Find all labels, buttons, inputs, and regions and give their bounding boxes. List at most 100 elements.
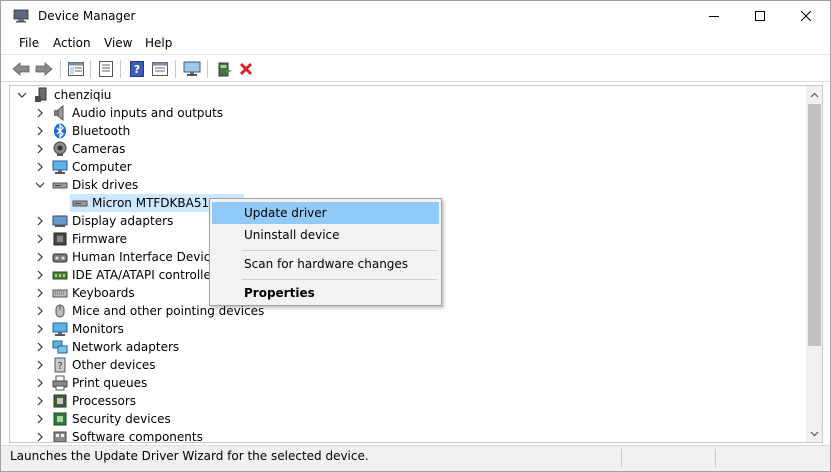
tree-item-label: Monitors xyxy=(72,322,124,336)
tree-item-cameras[interactable]: Cameras xyxy=(34,140,125,158)
disk-drive-icon xyxy=(52,177,68,193)
chevron-right-icon[interactable] xyxy=(34,143,46,155)
status-divider xyxy=(621,449,622,467)
chevron-right-icon[interactable] xyxy=(34,161,46,173)
computer-root-icon xyxy=(34,87,50,103)
menu-update-driver[interactable]: Update driver xyxy=(212,202,439,224)
device-manager-window: Device Manager File Action View Help ? c… xyxy=(0,0,831,472)
tree-item-label: Human Interface Devices xyxy=(72,250,224,264)
monitor-icon[interactable] xyxy=(182,59,202,79)
title-bar: Device Manager xyxy=(1,1,830,31)
tree-item-other-devices[interactable]: ? Other devices xyxy=(34,356,156,374)
network-adapter-icon xyxy=(52,339,68,355)
uninstall-icon[interactable] xyxy=(236,59,256,79)
tree-item-label: Disk drives xyxy=(72,178,139,192)
tree-item-label: Security devices xyxy=(72,412,171,426)
keyboard-icon xyxy=(52,285,68,301)
toolbar: ? xyxy=(1,54,830,82)
tree-item-audio[interactable]: Audio inputs and outputs xyxy=(34,104,223,122)
view-pane-icon[interactable] xyxy=(150,59,170,79)
tree-item-label: Print queues xyxy=(72,376,148,390)
scroll-down-arrow-icon[interactable] xyxy=(806,425,822,442)
tree-item-disk-drives[interactable]: Disk drives xyxy=(34,176,138,194)
tree-item-display-adapters[interactable]: Display adapters xyxy=(34,212,173,230)
update-driver-icon[interactable] xyxy=(214,59,234,79)
menu-separator xyxy=(242,250,437,251)
chevron-right-icon[interactable] xyxy=(34,431,46,442)
chevron-right-icon[interactable] xyxy=(34,251,46,263)
forward-arrow-icon[interactable] xyxy=(34,59,54,79)
tree-item-computer[interactable]: Computer xyxy=(34,158,132,176)
help-icon[interactable]: ? xyxy=(127,59,147,79)
device-manager-app-icon xyxy=(13,9,29,23)
menu-properties[interactable]: Properties xyxy=(212,282,439,304)
chevron-right-icon[interactable] xyxy=(34,305,46,317)
tree-item-print-queues[interactable]: Print queues xyxy=(34,374,147,392)
tree-item-label: Network adapters xyxy=(72,340,180,354)
tree-root[interactable]: chenziqiu xyxy=(16,86,111,104)
menu-help[interactable]: Help xyxy=(145,36,172,50)
scrollbar-thumb[interactable] xyxy=(808,104,821,346)
tree-item-keyboards[interactable]: Keyboards xyxy=(34,284,135,302)
back-arrow-icon[interactable] xyxy=(11,59,31,79)
svg-text:?: ? xyxy=(134,63,140,76)
computer-icon xyxy=(52,159,68,175)
tree-item-label: Firmware xyxy=(72,232,127,246)
tree-item-hid[interactable]: Human Interface Devices xyxy=(34,248,224,266)
tree-item-label: Keyboards xyxy=(72,286,135,300)
chevron-right-icon[interactable] xyxy=(34,215,46,227)
chevron-down-icon[interactable] xyxy=(16,89,28,101)
software-component-icon xyxy=(52,429,68,442)
chevron-right-icon[interactable] xyxy=(34,287,46,299)
tree-item-software-components[interactable]: Software components xyxy=(34,428,203,442)
tree-root-label: chenziqiu xyxy=(54,88,112,102)
tree-item-processors[interactable]: Processors xyxy=(34,392,136,410)
tree-item-ide[interactable]: IDE ATA/ATAPI controllers xyxy=(34,266,222,284)
menu-uninstall-device[interactable]: Uninstall device xyxy=(212,224,439,246)
status-bar: Launches the Update Driver Wizard for th… xyxy=(1,445,830,471)
toolbar-separator xyxy=(60,60,61,78)
chevron-right-icon[interactable] xyxy=(34,233,46,245)
tree-item-bluetooth[interactable]: Bluetooth xyxy=(34,122,130,140)
vertical-scrollbar[interactable] xyxy=(806,86,822,442)
chevron-down-icon[interactable] xyxy=(34,179,46,191)
menu-action[interactable]: Action xyxy=(53,36,91,50)
chevron-right-icon[interactable] xyxy=(34,125,46,137)
tree-item-label: Other devices xyxy=(72,358,156,372)
bluetooth-icon xyxy=(52,123,68,139)
chevron-right-icon[interactable] xyxy=(34,341,46,353)
firmware-icon xyxy=(52,231,68,247)
close-button[interactable] xyxy=(783,1,829,31)
menu-separator xyxy=(242,279,437,280)
menu-scan-hardware[interactable]: Scan for hardware changes xyxy=(212,253,439,275)
mouse-icon xyxy=(52,303,68,319)
tree-item-label: Audio inputs and outputs xyxy=(72,106,224,120)
tree-item-monitors[interactable]: Monitors xyxy=(34,320,124,338)
maximize-button[interactable] xyxy=(737,1,783,31)
monitor-icon xyxy=(52,321,68,337)
chevron-right-icon[interactable] xyxy=(34,377,46,389)
chevron-right-icon[interactable] xyxy=(34,323,46,335)
toolbar-separator xyxy=(175,60,176,78)
show-hide-tree-icon[interactable] xyxy=(66,59,86,79)
hid-icon xyxy=(52,249,68,265)
tree-item-firmware[interactable]: Firmware xyxy=(34,230,127,248)
chevron-right-icon[interactable] xyxy=(34,359,46,371)
tree-item-label: IDE ATA/ATAPI controllers xyxy=(72,268,223,282)
minimize-button[interactable] xyxy=(691,1,737,31)
chevron-right-icon[interactable] xyxy=(34,269,46,281)
menu-file[interactable]: File xyxy=(19,36,39,50)
toolbar-separator xyxy=(90,60,91,78)
scroll-up-arrow-icon[interactable] xyxy=(806,86,822,103)
status-text: Launches the Update Driver Wizard for th… xyxy=(10,449,369,463)
chevron-right-icon[interactable] xyxy=(34,413,46,425)
properties-icon[interactable] xyxy=(96,59,116,79)
menu-view[interactable]: View xyxy=(104,36,132,50)
toolbar-separator xyxy=(120,60,121,78)
menu-bar: File Action View Help xyxy=(1,32,830,54)
chevron-right-icon[interactable] xyxy=(34,107,46,119)
tree-item-security[interactable]: Security devices xyxy=(34,410,171,428)
processor-icon xyxy=(52,393,68,409)
tree-item-network[interactable]: Network adapters xyxy=(34,338,179,356)
chevron-right-icon[interactable] xyxy=(34,395,46,407)
